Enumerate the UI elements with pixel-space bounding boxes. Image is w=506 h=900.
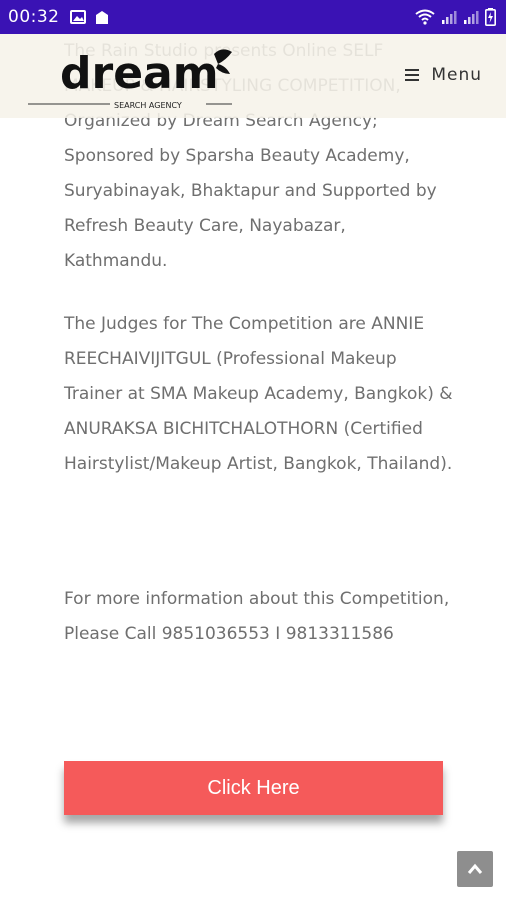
- logo-wordmark: dream: [60, 48, 219, 99]
- image-icon: [69, 10, 86, 24]
- menu-label: Menu: [431, 65, 482, 85]
- notification-icon: [95, 10, 108, 24]
- judges-paragraph: The Judges for The Competition are ANNIE…: [64, 314, 453, 474]
- signal-icon: [441, 9, 457, 25]
- dream-logo[interactable]: dream SEARCH AGENCY: [26, 44, 246, 114]
- hamburger-icon: [405, 69, 420, 81]
- logo-subtitle: SEARCH AGENCY: [114, 101, 182, 110]
- battery-charging-icon: [485, 8, 496, 26]
- scroll-to-top-button[interactable]: [457, 851, 493, 887]
- wifi-icon: [415, 9, 435, 25]
- contact-paragraph: For more information about this Competit…: [64, 589, 450, 644]
- chevron-up-icon: [467, 860, 483, 879]
- signal-icon: [463, 9, 479, 25]
- status-bar: 00:32: [0, 0, 506, 34]
- click-here-button[interactable]: Click Here: [64, 761, 443, 815]
- site-header: dream SEARCH AGENCY Menu: [0, 34, 506, 118]
- menu-button[interactable]: Menu: [405, 63, 482, 87]
- status-time: 00:32: [8, 7, 60, 27]
